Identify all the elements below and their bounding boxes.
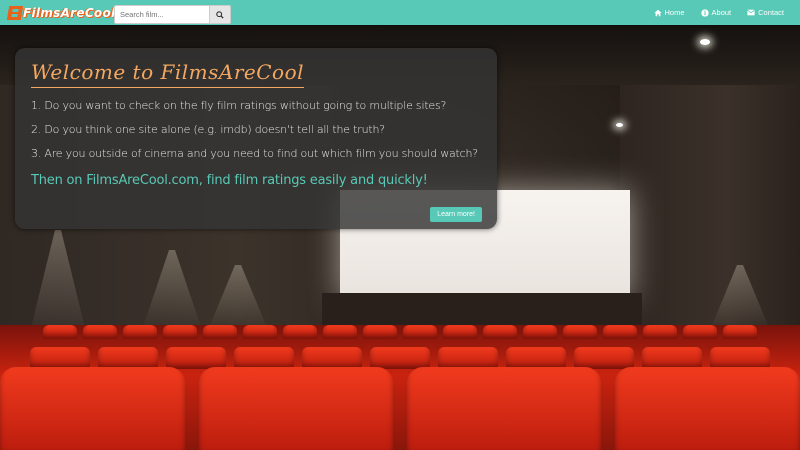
seat (615, 367, 800, 450)
welcome-title: Welcome to FilmsAreCool (31, 60, 305, 88)
seat (574, 347, 634, 369)
nav-home-link[interactable]: Home (653, 8, 685, 17)
seat (643, 325, 677, 339)
tagline: Then on FilmsAreCool.com, find film rati… (31, 173, 428, 188)
nav-contact-label: Contact (758, 8, 784, 17)
seat (30, 347, 90, 369)
seat (302, 347, 362, 369)
nav-about-link[interactable]: About (700, 8, 732, 17)
seat-row (0, 325, 800, 339)
question-1: 1. Do you want to check on the fly film … (31, 99, 447, 112)
seat (0, 367, 185, 450)
search-input[interactable] (114, 5, 210, 24)
info-icon (700, 8, 709, 17)
stage (322, 293, 642, 325)
logo-mark-icon (6, 5, 24, 20)
seat (123, 325, 157, 339)
seat (506, 347, 566, 369)
seat (234, 347, 294, 369)
seat (438, 347, 498, 369)
home-icon (653, 9, 662, 16)
question-3: 3. Are you outside of cinema and you nee… (31, 147, 478, 160)
seat (443, 325, 477, 339)
seat (603, 325, 637, 339)
nav-links: Home About Contact (653, 0, 784, 25)
learn-more-button[interactable]: Learn more! (430, 207, 482, 222)
seat (483, 325, 517, 339)
seat (166, 347, 226, 369)
seat (163, 325, 197, 339)
seat-row (0, 367, 800, 450)
seat (642, 347, 702, 369)
ceiling-light (700, 39, 710, 45)
search-icon (216, 10, 224, 19)
seat (83, 325, 117, 339)
seat (323, 325, 357, 339)
seat (198, 367, 393, 450)
seat (98, 347, 158, 369)
seat (403, 325, 437, 339)
seat (43, 325, 77, 339)
seat (563, 325, 597, 339)
brand-logo[interactable]: FilmsAreCool (6, 3, 116, 22)
search-button[interactable] (210, 5, 231, 24)
envelope-icon (747, 9, 755, 16)
ceiling-light (616, 123, 623, 127)
nav-about-label: About (711, 8, 732, 17)
seat (710, 347, 770, 369)
seating-area (0, 325, 800, 450)
question-2: 2. Do you think one site alone (e.g. imd… (31, 123, 385, 136)
seat (683, 325, 717, 339)
search-form (114, 5, 231, 24)
seat (407, 367, 602, 450)
seat (523, 325, 557, 339)
seat (243, 325, 277, 339)
seat (203, 325, 237, 339)
top-navbar: FilmsAreCool Home About Contact (0, 0, 800, 25)
seat (283, 325, 317, 339)
welcome-panel: Welcome to FilmsAreCool 1. Do you want t… (15, 48, 497, 229)
seat (363, 325, 397, 339)
seat (723, 325, 757, 339)
logo-text: FilmsAreCool (23, 5, 116, 20)
seat-row (0, 347, 800, 369)
nav-home-label: Home (664, 8, 685, 17)
seat (370, 347, 430, 369)
nav-contact-link[interactable]: Contact (747, 8, 784, 17)
